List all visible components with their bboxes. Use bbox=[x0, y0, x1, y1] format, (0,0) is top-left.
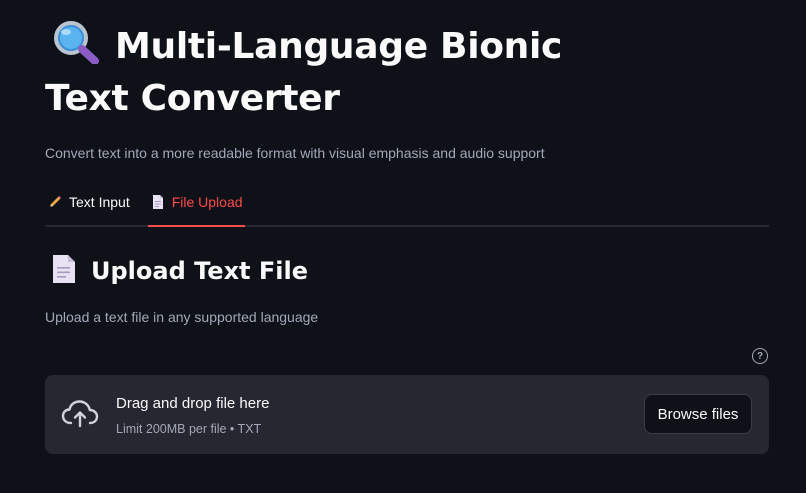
section-description: Upload a text file in any supported lang… bbox=[45, 309, 319, 325]
pencil-icon bbox=[49, 196, 61, 208]
tab-file-upload[interactable]: File Upload bbox=[147, 190, 245, 227]
main-content: Multi-Language Bionic Text Converter Con… bbox=[45, 0, 769, 454]
tab-bar: Text Input File Upload bbox=[45, 190, 769, 227]
cloud-upload-icon bbox=[61, 400, 99, 428]
magnifying-glass-icon bbox=[54, 21, 99, 64]
section-title: Upload Text File bbox=[45, 253, 308, 289]
title-line-2: Text Converter bbox=[45, 78, 340, 119]
title-line-1: Multi-Language Bionic bbox=[115, 26, 563, 67]
dropzone-limit: Limit 200MB per file • TXT bbox=[116, 422, 262, 436]
question-circle-icon[interactable]: ? bbox=[752, 348, 768, 364]
page-title: Multi-Language Bionic Text Converter bbox=[45, 0, 769, 125]
document-icon bbox=[152, 195, 163, 209]
app-page: Multi-Language Bionic Text Converter Con… bbox=[0, 0, 806, 493]
tab-text-input[interactable]: Text Input bbox=[45, 190, 132, 225]
dropzone-title: Drag and drop file here bbox=[116, 395, 270, 412]
page-subtitle: Convert text into a more readable format… bbox=[45, 145, 545, 161]
section-title-text: Upload Text File bbox=[91, 257, 309, 285]
tab-label: File Upload bbox=[171, 194, 243, 210]
tab-label: Text Input bbox=[69, 194, 130, 210]
document-icon bbox=[53, 255, 75, 283]
file-dropzone[interactable]: Drag and drop file here Limit 200MB per … bbox=[45, 375, 769, 454]
browse-files-button[interactable]: Browse files bbox=[644, 394, 752, 434]
